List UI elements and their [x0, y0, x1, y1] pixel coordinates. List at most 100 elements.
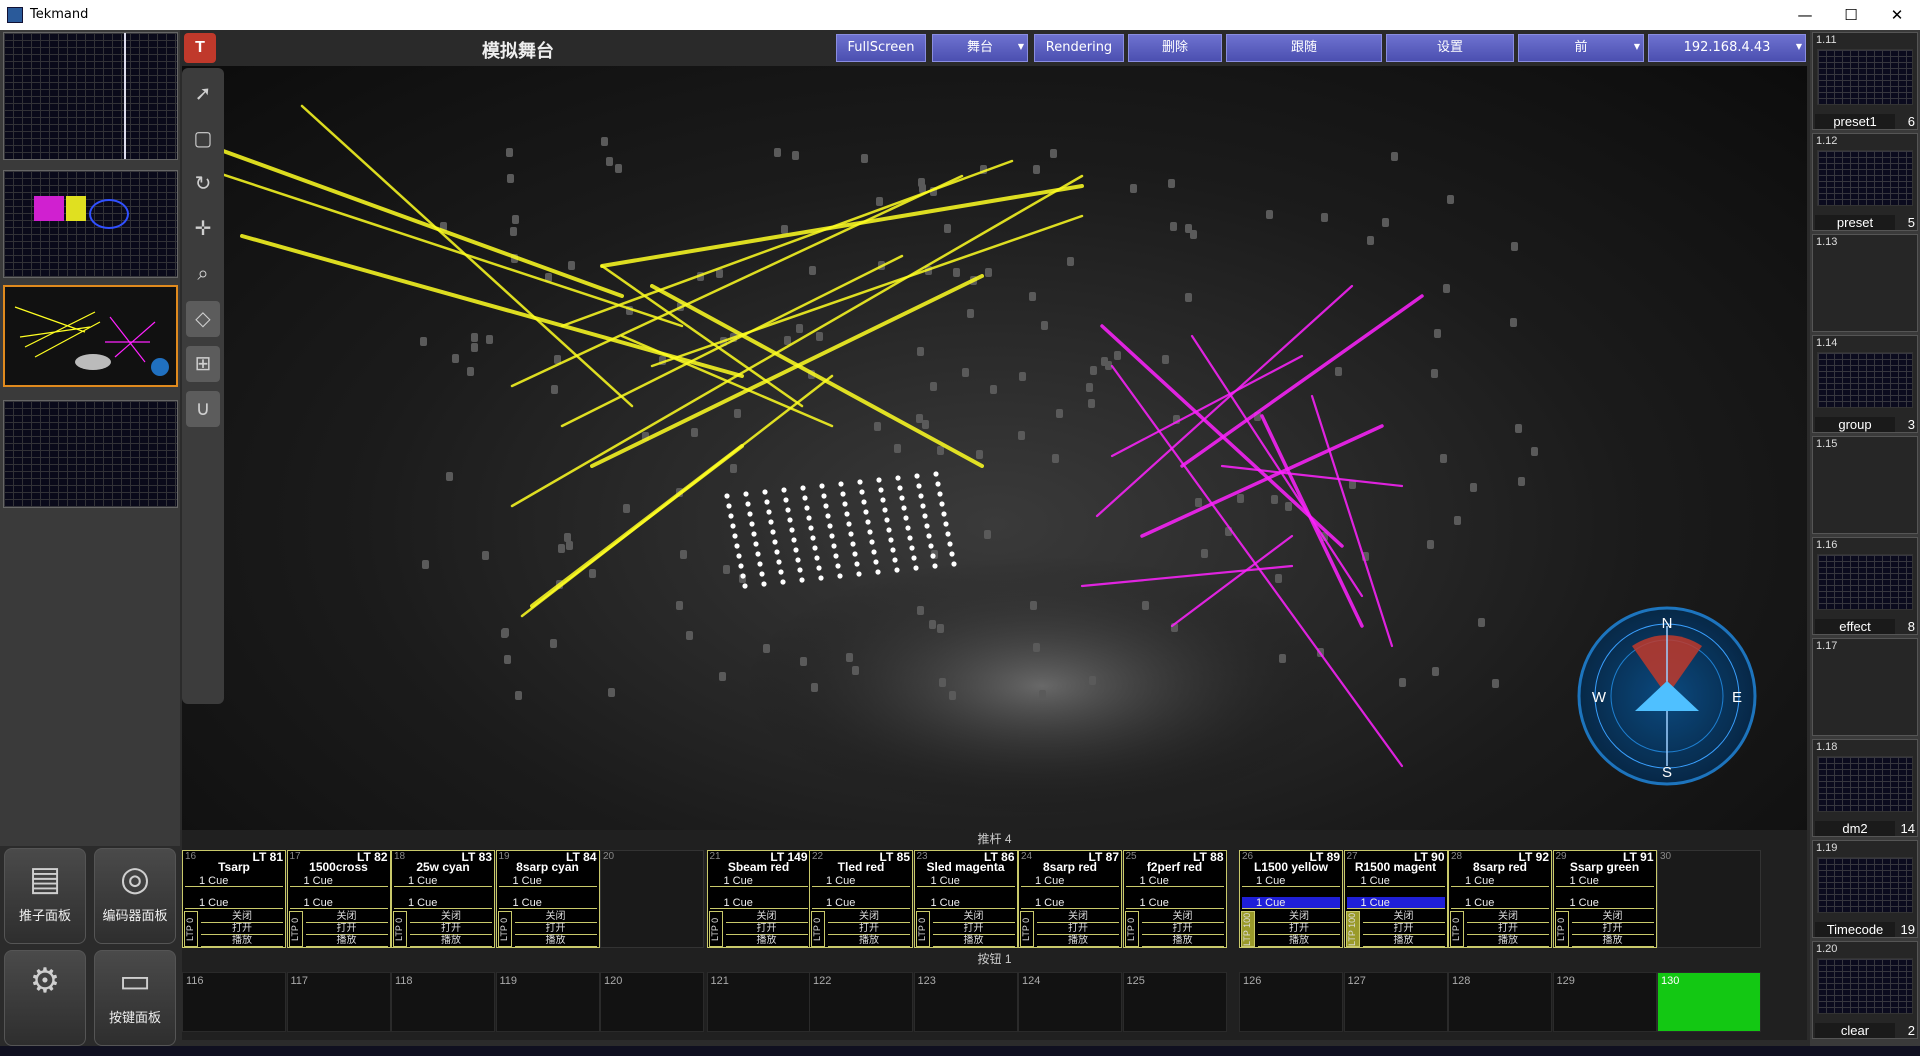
rotate-tool[interactable]: ↻: [186, 166, 220, 202]
fader-19[interactable]: 19 LT 84 8sarp cyan 1 Cue 1 Cue LTP 0 关闭 …: [495, 850, 600, 948]
fader-on-button[interactable]: 打开: [1037, 923, 1119, 935]
floor-plane-tool[interactable]: ◇: [186, 301, 220, 337]
fader-ltp-level[interactable]: LTP 0: [497, 911, 512, 947]
fader-on-button[interactable]: 打开: [932, 923, 1015, 935]
fullscreen-button[interactable]: FullScreen: [836, 34, 926, 62]
encoder-panel-button[interactable]: ◎ 编码器面板: [94, 848, 176, 944]
fader-on-button[interactable]: 打开: [725, 923, 808, 935]
fader-on-button[interactable]: 打开: [201, 923, 283, 935]
fader-on-button[interactable]: 打开: [1258, 923, 1340, 935]
fader-play-button[interactable]: 播放: [1037, 935, 1119, 947]
fader-play-button[interactable]: 播放: [1362, 935, 1445, 947]
fader-18[interactable]: 18 LT 83 25w cyan 1 Cue 1 Cue LTP 0 关闭 打开…: [391, 850, 495, 948]
preset-slot-1-13[interactable]: 1.13: [1812, 234, 1918, 332]
fader-on-button[interactable]: 打开: [1467, 923, 1549, 935]
playback-button-123[interactable]: 123: [913, 972, 1018, 1032]
fader-off-button[interactable]: 关闭: [1037, 911, 1119, 923]
fader-24[interactable]: 24 LT 87 8sarp red 1 Cue 1 Cue LTP 0 关闭 打…: [1018, 850, 1122, 948]
playback-button-125[interactable]: 125: [1122, 972, 1227, 1032]
fader-ltp-level[interactable]: LTP 0: [1554, 911, 1569, 947]
fader-play-button[interactable]: 播放: [1258, 935, 1340, 947]
move-tool[interactable]: ✛: [186, 211, 220, 247]
fader-off-button[interactable]: 关闭: [514, 911, 597, 923]
magnet-tool[interactable]: ∪: [186, 391, 220, 427]
grid-tool[interactable]: ⊞: [186, 346, 220, 382]
fader-off-button[interactable]: 关闭: [932, 911, 1015, 923]
preset-slot-1-14[interactable]: 1.14 group 3: [1812, 335, 1918, 433]
playback-button-122[interactable]: 122: [809, 972, 913, 1032]
fader-off-button[interactable]: 关闭: [1362, 911, 1445, 923]
fader-ltp-level[interactable]: LTP 0: [1020, 911, 1034, 947]
fader-play-button[interactable]: 播放: [201, 935, 283, 947]
fader-play-button[interactable]: 播放: [725, 935, 808, 947]
fader-play-button[interactable]: 播放: [1467, 935, 1549, 947]
fader-ltp-level[interactable]: LTP 100: [1241, 911, 1255, 947]
ip-address-dropdown[interactable]: 192.168.4.43 ▼: [1648, 34, 1806, 62]
preset-slot-1-19[interactable]: 1.19 Timecode 19: [1812, 840, 1918, 938]
fader-play-button[interactable]: 播放: [1571, 935, 1654, 947]
fader-play-button[interactable]: 播放: [410, 935, 492, 947]
stage-dropdown[interactable]: 舞台 ▼: [932, 34, 1028, 62]
fader-off-button[interactable]: 关闭: [1467, 911, 1549, 923]
close-button[interactable]: ✕: [1874, 0, 1920, 30]
playback-button-124[interactable]: 124: [1018, 972, 1122, 1032]
fader-ltp-level[interactable]: LTP 100: [1345, 911, 1360, 947]
preset-slot-1-15[interactable]: 1.15: [1812, 436, 1918, 534]
fader-off-button[interactable]: 关闭: [305, 911, 388, 923]
fader-29[interactable]: 29 LT 91 Ssarp green 1 Cue 1 Cue LTP 0 关闭…: [1552, 850, 1657, 948]
fader-ltp-level[interactable]: LTP 0: [811, 911, 825, 947]
key-panel-button[interactable]: ▭ 按键面板: [94, 950, 176, 1046]
follow-button[interactable]: 跟随: [1226, 34, 1382, 62]
settings-menu-button[interactable]: 设置: [1386, 34, 1514, 62]
fader-17[interactable]: 17 LT 82 1500cross 1 Cue 1 Cue LTP 0 关闭 打…: [286, 850, 391, 948]
fader-20[interactable]: 20: [600, 850, 704, 948]
fader-ltp-level[interactable]: LTP 0: [288, 911, 303, 947]
view-thumbnail[interactable]: [3, 400, 178, 508]
view-thumbnail[interactable]: [3, 170, 178, 278]
playback-button-128[interactable]: 128: [1448, 972, 1552, 1032]
playback-button-117[interactable]: 117: [286, 972, 391, 1032]
maximize-button[interactable]: ☐: [1828, 0, 1874, 30]
preset-slot-1-11[interactable]: 1.11 preset1 6: [1812, 32, 1918, 130]
fader-on-button[interactable]: 打开: [410, 923, 492, 935]
fader-28[interactable]: 28 LT 92 8sarp red 1 Cue 1 Cue LTP 0 关闭 打…: [1448, 850, 1552, 948]
fader-ltp-level[interactable]: LTP 0: [1124, 911, 1139, 947]
preset-slot-1-17[interactable]: 1.17: [1812, 638, 1918, 736]
fader-30[interactable]: 30: [1657, 850, 1761, 948]
delete-button[interactable]: 删除: [1128, 34, 1222, 62]
playback-button-118[interactable]: 118: [391, 972, 495, 1032]
playback-button-126[interactable]: 126: [1239, 972, 1343, 1032]
fader-play-button[interactable]: 播放: [1141, 935, 1224, 947]
zoom-tool[interactable]: ⌕: [186, 256, 220, 292]
playback-button-119[interactable]: 119: [495, 972, 600, 1032]
fader-play-button[interactable]: 播放: [932, 935, 1015, 947]
fader-play-button[interactable]: 播放: [514, 935, 597, 947]
fader-on-button[interactable]: 打开: [1141, 923, 1224, 935]
fader-27[interactable]: 27 LT 90 R1500 magent 1 Cue 1 Cue LTP 100…: [1343, 850, 1448, 948]
preset-slot-1-18[interactable]: 1.18 dm2 14: [1812, 739, 1918, 837]
playback-button-120[interactable]: 120: [600, 972, 704, 1032]
fader-on-button[interactable]: 打开: [514, 923, 597, 935]
playback-button-127[interactable]: 127: [1343, 972, 1448, 1032]
playback-button-129[interactable]: 129: [1552, 972, 1657, 1032]
fader-off-button[interactable]: 关闭: [410, 911, 492, 923]
pointer-tool[interactable]: ➚: [186, 76, 220, 112]
fader-off-button[interactable]: 关闭: [1571, 911, 1654, 923]
fader-on-button[interactable]: 打开: [1362, 923, 1445, 935]
view-thumbnail-selected[interactable]: [3, 285, 178, 387]
minimize-button[interactable]: —: [1782, 0, 1828, 30]
rendering-button[interactable]: Rendering: [1034, 34, 1124, 62]
playback-button-116[interactable]: 116: [182, 972, 286, 1032]
playback-button-130[interactable]: 130: [1657, 972, 1761, 1032]
playback-button-121[interactable]: 121: [706, 972, 811, 1032]
fader-on-button[interactable]: 打开: [1571, 923, 1654, 935]
fader-panel-button[interactable]: ▤ 推子面板: [4, 848, 86, 944]
preset-slot-1-16[interactable]: 1.16 effect 8: [1812, 537, 1918, 635]
fader-21[interactable]: 21 LT 149 Sbeam red 1 Cue 1 Cue LTP 0 关闭 …: [706, 850, 811, 948]
fader-ltp-level[interactable]: LTP 0: [708, 911, 723, 947]
fader-play-button[interactable]: 播放: [305, 935, 388, 947]
compass-widget[interactable]: N S E W: [1577, 606, 1757, 786]
fader-off-button[interactable]: 关闭: [1258, 911, 1340, 923]
fader-ltp-level[interactable]: LTP 0: [915, 911, 930, 947]
stage-render[interactable]: N S E W: [182, 66, 1807, 830]
